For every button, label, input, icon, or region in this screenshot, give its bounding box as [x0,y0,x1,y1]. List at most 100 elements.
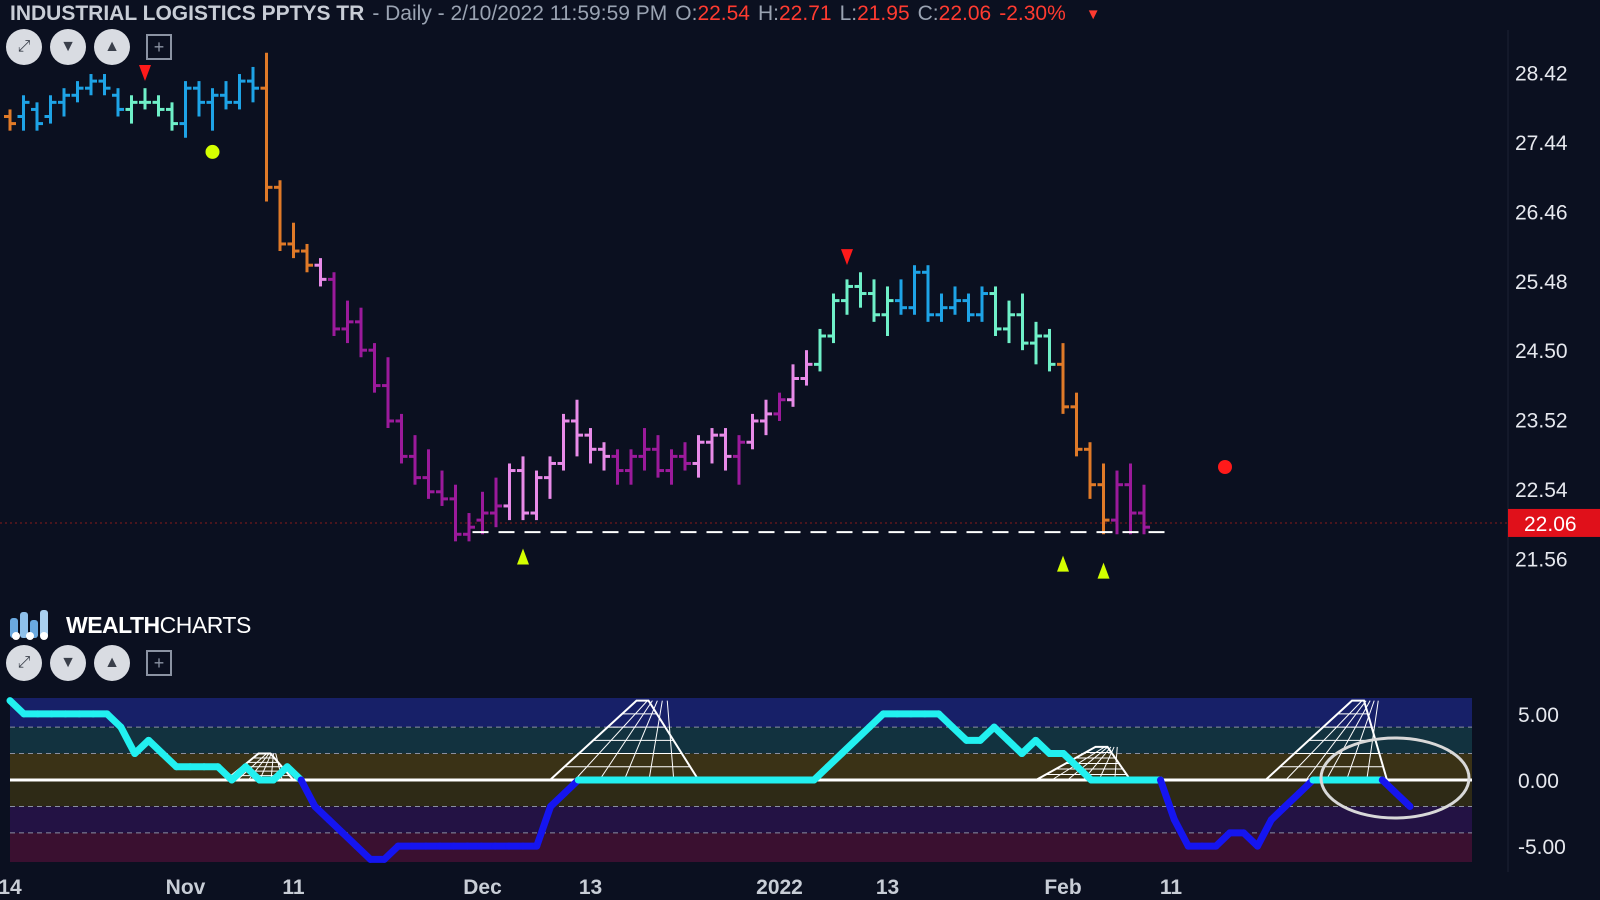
price-bar [247,66,259,103]
price-bar [233,74,246,110]
price-axis-label: 22.54 [1515,479,1568,502]
price-bar [4,109,16,131]
price-bar [611,449,624,485]
price-axis-label: 27.44 [1515,132,1568,155]
x-axis-label: 13 [579,876,602,899]
price-bar [220,81,232,110]
price-bar [44,95,57,124]
sell-signal-triangle [841,249,853,266]
price-bar [841,279,853,315]
price-bar [341,300,354,344]
price-bar [503,463,516,521]
price-bar [989,286,1002,337]
price-bar [1111,470,1123,535]
price-bar [571,399,583,457]
price-bar [787,364,799,407]
price-bar [1097,463,1110,535]
price-bar [827,293,840,344]
price-bar [895,279,907,315]
price-bar [706,428,718,464]
last-price-text: 22.06 [1524,513,1577,536]
price-bar [1057,343,1069,414]
price-bar [179,81,192,138]
price-bar [98,74,111,96]
price-bar [800,350,813,386]
price-bar [814,328,826,372]
price-bar [152,95,165,117]
price-bar [530,470,543,521]
buy-signal-triangle [517,548,529,565]
price-bar [1016,293,1029,351]
price-bar [85,74,97,96]
buy-signal-triangle [1057,555,1069,572]
oscillator-band [10,727,1472,754]
price-bar [854,272,867,308]
price-bar [544,456,556,499]
price-bar [881,286,894,337]
price-bar [1138,484,1150,535]
price-bar [490,477,502,528]
x-axis-label: 2022 [756,876,803,899]
x-axis-label: 13 [876,876,899,899]
price-bars [0,52,1508,579]
price-bar [719,428,732,471]
price-bar [1043,328,1056,372]
price-bar [139,88,151,110]
oscillator-axis-label: 0.00 [1518,770,1559,793]
price-bar [679,442,691,471]
price-bar [746,413,759,450]
price-bar [868,279,880,322]
signal-dot-red [1218,460,1232,475]
oscillator-axis-label: 5.00 [1518,704,1559,727]
price-bar [517,456,529,521]
sell-signal-triangle [139,65,151,82]
price-bar [260,52,273,202]
price-bar [773,392,786,421]
oscillator-axis-label: -5.00 [1518,836,1566,859]
price-bar [1124,463,1137,535]
x-axis-label: Dec [463,876,502,899]
x-axis-label: 11 [282,876,305,899]
oscillator-band [10,806,1472,833]
price-bar [31,102,43,131]
price-bar [368,343,381,393]
price-bar [382,357,394,429]
price-bar [314,258,327,287]
oscillator-band [10,698,1472,728]
price-bar [395,413,408,464]
price-bar [355,307,367,358]
price-bar [328,272,340,337]
price-bar [125,95,138,124]
price-bar [935,293,948,322]
price-axis-label: 21.56 [1515,548,1568,571]
price-bar [274,180,286,252]
price-axis-label: 28.42 [1515,63,1568,86]
price-bar [908,265,921,315]
price-axis-label: 23.52 [1515,410,1568,433]
price-bar [287,222,300,259]
price-bar [760,399,772,436]
price-bar [598,442,610,471]
price-bar [193,81,205,117]
price-bar [476,491,489,535]
buy-signal-triangle [1097,562,1110,579]
price-bar [692,435,705,478]
price-bar [71,81,84,103]
price-bar [652,435,664,478]
x-axis-label: Feb [1044,876,1081,899]
price-bar [301,243,313,273]
x-axis-label: 11 [1160,876,1183,899]
price-bar [1003,300,1015,344]
price-bar [166,102,178,131]
price-bar [436,470,448,506]
price-bar [206,88,219,131]
price-bar [976,286,988,322]
x-axis-label: 14 [0,876,22,899]
price-bar [962,293,975,322]
price-bar [625,449,637,485]
price-bar [409,435,421,485]
oscillator-band [10,780,1472,807]
price-bar [112,88,124,117]
price-bar [1070,392,1083,457]
price-bar [638,428,651,471]
